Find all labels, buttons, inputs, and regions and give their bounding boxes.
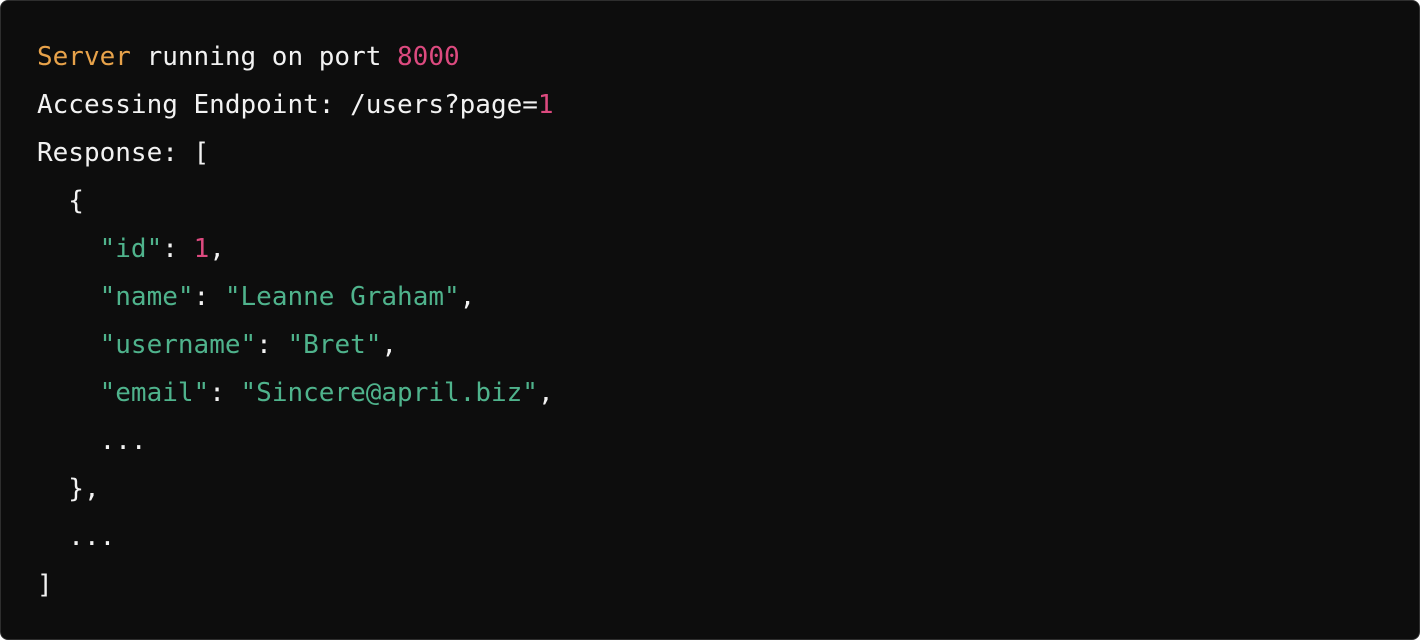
json-value: "Bret"	[287, 330, 382, 360]
json-separator: :	[162, 234, 194, 264]
endpoint-text: Accessing Endpoint: /users?page=	[37, 90, 538, 120]
server-status-line: Server running on port 8000	[37, 33, 1383, 81]
json-value: "Sincere@april.biz"	[240, 378, 538, 408]
endpoint-line: Accessing Endpoint: /users?page=1	[37, 81, 1383, 129]
json-field-id: "id": 1,	[37, 225, 1383, 273]
json-separator: :	[193, 282, 225, 312]
json-key: "id"	[99, 234, 163, 264]
json-comma: ,	[537, 378, 554, 408]
json-field-username: "username": "Bret",	[37, 321, 1383, 369]
terminal-output: Server running on port 8000 Accessing En…	[0, 0, 1420, 640]
page-number: 1	[537, 90, 554, 120]
json-key: "email"	[99, 378, 210, 408]
server-status-text: running on port	[130, 42, 398, 72]
json-value: "Leanne Graham"	[224, 282, 460, 312]
response-close-line: ]	[37, 570, 53, 600]
json-field-email: "email": "Sincere@april.biz",	[37, 369, 1383, 417]
object-open-line: {	[37, 186, 84, 216]
server-keyword: Server	[37, 42, 131, 72]
ellipsis-inner: ...	[37, 426, 147, 456]
json-key: "name"	[99, 282, 194, 312]
response-open-line: Response: [	[37, 138, 210, 168]
json-key: "username"	[99, 330, 257, 360]
json-comma: ,	[381, 330, 398, 360]
json-separator: :	[209, 378, 241, 408]
json-field-name: "name": "Leanne Graham",	[37, 273, 1383, 321]
ellipsis-outer: ...	[37, 522, 116, 552]
object-close-line: },	[37, 474, 100, 504]
json-value: 1	[193, 234, 210, 264]
port-number: 8000	[397, 42, 460, 72]
json-comma: ,	[459, 282, 476, 312]
json-separator: :	[256, 330, 288, 360]
json-comma: ,	[209, 234, 225, 264]
